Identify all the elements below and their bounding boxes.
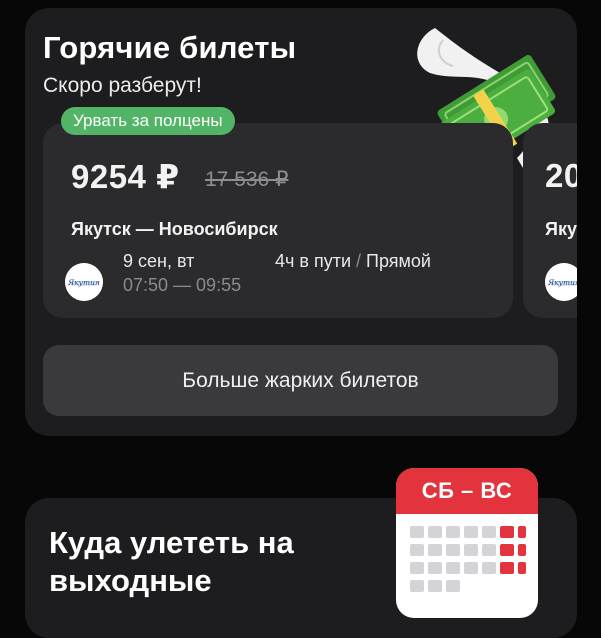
flight-duration: 4ч в пути / Прямой xyxy=(275,251,431,272)
hot-tickets-title: Горячие билеты xyxy=(43,30,297,65)
ticket-route: Якутск — Новосибирск xyxy=(71,219,278,239)
ticket-old-price: 17 536 ₽ xyxy=(205,168,289,191)
hot-tickets-subtitle: Скоро разберут! xyxy=(43,74,202,97)
ticket-price: 9254 ₽ xyxy=(71,158,180,195)
airline-logo: Якутия xyxy=(545,263,577,301)
airline-logo: Якутия xyxy=(65,263,103,301)
svg-text:Якутия: Якутия xyxy=(67,278,100,287)
more-hot-tickets-button[interactable]: Больше жарких билетов xyxy=(43,345,558,416)
duration-separator: / xyxy=(351,251,367,271)
calendar-label: СБ – ВС xyxy=(421,478,513,503)
duration-text: 4ч в пути xyxy=(275,251,351,271)
half-price-badge: Урвать за полцены xyxy=(61,107,235,135)
flight-time: 07:50 — 09:55 xyxy=(123,275,242,295)
weekend-title: Куда улететь на выходные xyxy=(49,525,294,598)
ticket-price: 20 xyxy=(545,157,577,194)
transfers-text: Прямой xyxy=(366,251,431,271)
ticket-card-next[interactable]: 20 Яку Якутия xyxy=(523,123,577,318)
flight-date: 9 сен, вт xyxy=(123,251,195,271)
ticket-card[interactable]: 9254 ₽ 17 536 ₽ Якутск — Новосибирск Яку… xyxy=(43,123,513,318)
ticket-route: Яку xyxy=(545,219,577,239)
hot-tickets-section: Горячие билеты Скоро разберут! 9254 ₽ 17… xyxy=(25,8,577,436)
svg-text:Якутия: Якутия xyxy=(547,278,577,287)
